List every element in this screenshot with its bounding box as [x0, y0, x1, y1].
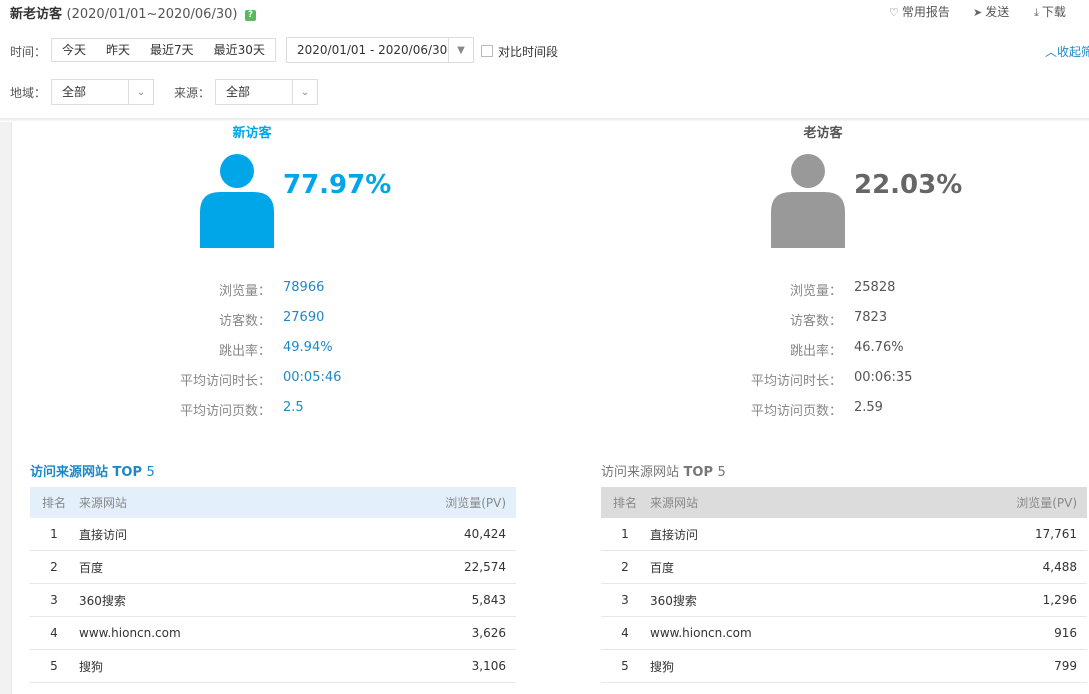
stat-value: 2.59: [854, 400, 883, 415]
new-visitor-percent: 77.97%: [283, 170, 392, 200]
heart-icon: ♡: [889, 6, 899, 19]
col-pv: 浏览量(PV): [1016, 496, 1077, 510]
old-source-table: 排名 来源网站 浏览量(PV) 1 直接访问 17,761 2 百度 4,488 3 36…: [601, 487, 1087, 683]
stat-label: 浏览量：: [789, 284, 842, 299]
table-row: 3 360搜索 1,296: [601, 583, 1087, 617]
time-option-last7[interactable]: 最近7天: [140, 39, 204, 61]
col-source: 来源网站: [650, 496, 699, 510]
source-filter-label: 来源：: [174, 86, 211, 100]
old-source-table-title: 访问来源网站 TOP 5: [601, 465, 726, 480]
new-visitor-person-icon: [200, 154, 274, 248]
table-row: 1 直接访问 40,424: [30, 518, 516, 551]
time-option-today[interactable]: 今天: [52, 39, 96, 61]
stat-value: 46.76%: [854, 340, 904, 355]
table-row: 4 www.hioncn.com 916: [601, 616, 1087, 650]
col-source: 来源网站: [79, 496, 128, 510]
stat-label: 跳出率：: [789, 344, 842, 359]
send-icon: ➤: [973, 6, 983, 19]
col-rank: 排名: [612, 496, 637, 510]
time-option-last30[interactable]: 最近30天: [204, 39, 275, 61]
source-value: 全部: [226, 85, 251, 99]
table-row: 2 百度 4,488: [601, 550, 1087, 584]
col-rank: 排名: [41, 496, 66, 510]
table-header-row: 排名 来源网站 浏览量(PV): [601, 487, 1087, 518]
date-range-value: 2020/01/01 - 2020/06/30: [297, 43, 448, 57]
stat-label: 跳出率：: [218, 344, 271, 359]
stat-value: 78966: [283, 280, 325, 295]
download-icon: ⤓: [1034, 6, 1039, 19]
stat-label: 平均访问时长：: [750, 374, 842, 389]
page-title: 新老访客 (2020/01/01~2020/06/30) ?: [10, 3, 256, 22]
chevron-down-icon: ▼: [448, 38, 473, 62]
new-visitor-title: 新访客: [232, 126, 272, 141]
stat-label: 平均访问页数：: [750, 404, 842, 419]
stat-value: 49.94%: [283, 340, 333, 355]
download-button[interactable]: ⤓ 下载: [1034, 3, 1066, 20]
checkbox-box: [481, 45, 493, 57]
stat-label: 访客数：: [789, 314, 842, 329]
stat-value: 2.5: [283, 400, 304, 415]
source-select[interactable]: 全部 ⌄: [215, 79, 318, 105]
stat-value: 27690: [283, 310, 325, 325]
compare-period-checkbox[interactable]: 对比时间段: [481, 43, 558, 60]
table-header-row: 排名 来源网站 浏览量(PV): [30, 487, 516, 518]
page-date-range: (2020/01/01~2020/06/30): [66, 7, 238, 22]
left-gutter: [0, 122, 12, 694]
stat-value: 25828: [854, 280, 896, 295]
chevron-down-icon: ⌄: [128, 80, 153, 104]
old-visitor-percent: 22.03%: [854, 170, 963, 200]
filter-divider: [0, 118, 1089, 122]
time-option-yesterday[interactable]: 昨天: [96, 39, 140, 61]
date-range-select[interactable]: 2020/01/01 - 2020/06/30 ▼: [286, 37, 474, 63]
chevron-down-icon: ⌄: [292, 80, 317, 104]
help-icon[interactable]: ?: [244, 10, 256, 21]
col-pv: 浏览量(PV): [445, 496, 506, 510]
time-filter-label: 时间：: [10, 45, 47, 59]
table-row: 5 搜狗 3,106: [30, 649, 516, 683]
stat-value: 00:05:46: [283, 370, 342, 385]
old-visitor-title: 老访客: [803, 126, 843, 141]
old-visitor-person-icon: [771, 154, 845, 248]
table-row: 3 360搜索 5,843: [30, 583, 516, 617]
table-row: 5 搜狗 799: [601, 649, 1087, 683]
stat-label: 平均访问时长：: [179, 374, 271, 389]
new-source-table-title: 访问来源网站 TOP 5: [30, 465, 155, 480]
send-button[interactable]: ➤ 发送: [973, 3, 1009, 20]
region-filter-label: 地域：: [10, 86, 47, 100]
stat-label: 浏览量：: [218, 284, 271, 299]
favorite-report-button[interactable]: ♡ 常用报告: [889, 3, 950, 20]
time-quick-options: 今天 昨天 最近7天 最近30天: [51, 38, 276, 62]
table-row: 4 www.hioncn.com 3,626: [30, 616, 516, 650]
table-row: 2 百度 22,574: [30, 550, 516, 584]
collapse-filters-link[interactable]: ︿收起筛选: [1045, 43, 1089, 60]
stat-label: 平均访问页数：: [179, 404, 271, 419]
stat-value: 7823: [854, 310, 888, 325]
chevron-up-icon: ︿: [1045, 45, 1058, 59]
table-row: 1 直接访问 17,761: [601, 518, 1087, 551]
new-source-table: 排名 来源网站 浏览量(PV) 1 直接访问 40,424 2 百度 22,574 33…: [30, 487, 516, 683]
stat-label: 访客数：: [218, 314, 271, 329]
region-value: 全部: [62, 85, 87, 99]
stat-value: 00:06:35: [854, 370, 913, 385]
region-select[interactable]: 全部 ⌄: [51, 79, 154, 105]
